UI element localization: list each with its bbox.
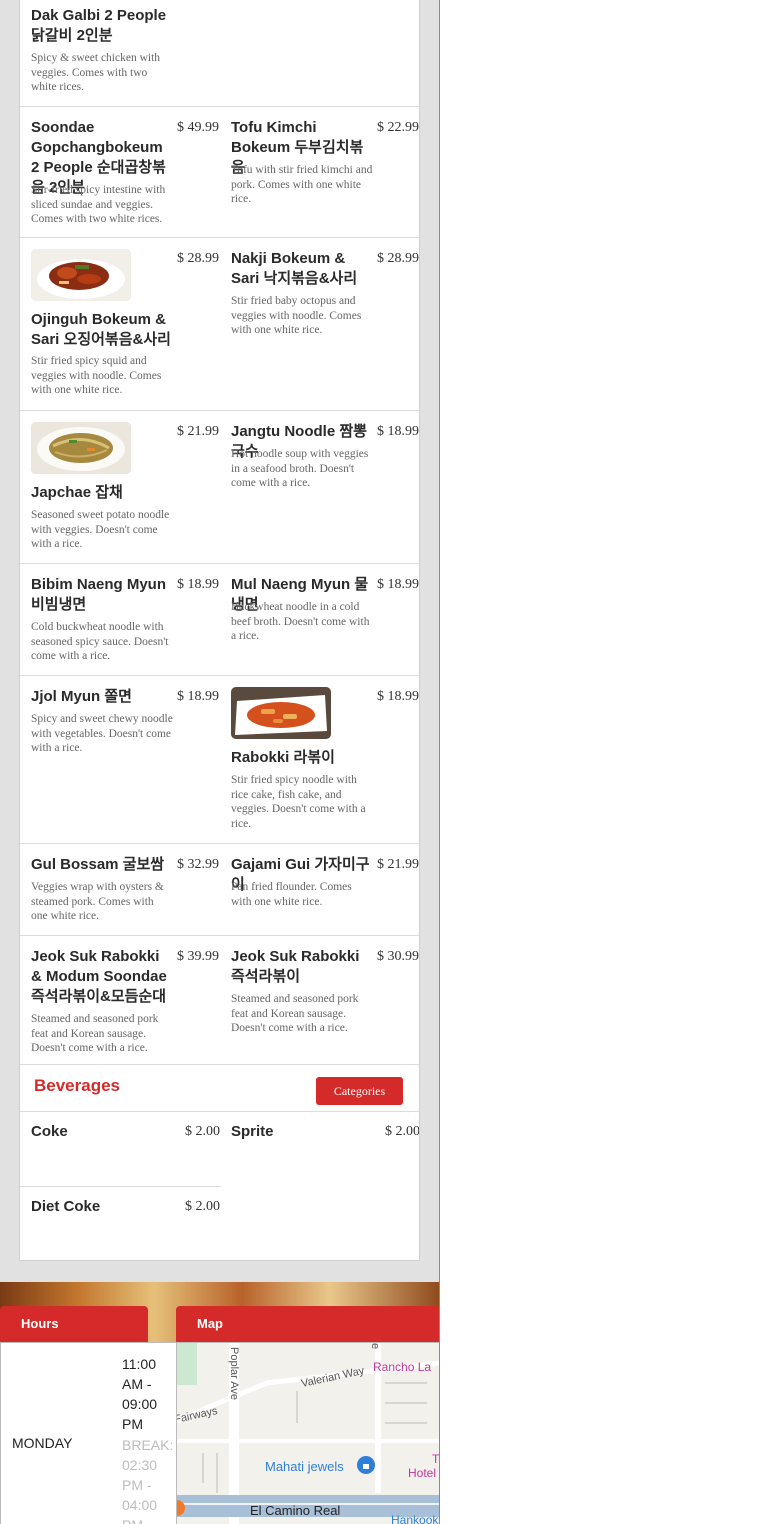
menu-item[interactable]: Jeok Suk Rabokki 즉석라볶이 $ 30.99 Steamed a… bbox=[220, 936, 419, 1064]
item-price: $ 22.99 bbox=[377, 120, 419, 135]
item-name[interactable]: Rabokki 라볶이 bbox=[231, 748, 371, 768]
item-description: Veggies wrap with oysters & steamed pork… bbox=[31, 881, 164, 923]
item-price: $ 30.99 bbox=[377, 949, 419, 964]
item-description: Steamed and seasoned pork feat and Korea… bbox=[231, 993, 359, 1035]
menu-row: Japchae 잡채 $ 21.99 Seasoned sweet potato… bbox=[20, 411, 419, 564]
item-price: $ 18.99 bbox=[377, 424, 419, 439]
map-label-mahati: Mahati jewels bbox=[265, 1459, 344, 1474]
item-price: $ 39.99 bbox=[177, 949, 219, 964]
item-description: Pan fried flounder. Comes with one white… bbox=[231, 881, 352, 908]
tab-map-label: Map bbox=[197, 1316, 223, 1331]
item-price: $ 49.99 bbox=[177, 120, 219, 135]
menu-item[interactable]: Rabokki 라볶이 $ 18.99 Stir fried spicy noo… bbox=[220, 676, 419, 843]
beverage-price: $ 2.00 bbox=[185, 1199, 220, 1214]
japchae-photo[interactable] bbox=[31, 422, 131, 474]
item-name[interactable]: Dak Galbi 2 People 닭갈비 2인분 bbox=[31, 6, 171, 46]
item-price: $ 18.99 bbox=[177, 577, 219, 592]
item-price: $ 32.99 bbox=[177, 857, 219, 872]
item-name[interactable]: Bibim Naeng Myun 비빔냉면 bbox=[31, 575, 171, 615]
beverages-title: Beverages bbox=[34, 1076, 121, 1095]
beverages-header: Beverages Categories bbox=[20, 1065, 419, 1112]
item-name[interactable]: Ojinguh Bokeum & Sari 오징어볶음&사리 bbox=[31, 310, 171, 350]
beverage-price: $ 2.00 bbox=[385, 1124, 420, 1139]
item-name[interactable]: Nakji Bokeum & Sari 낙지볶음&사리 bbox=[231, 249, 371, 289]
page-frame: Dak Galbi 2 People 닭갈비 2인분 Spicy & sweet… bbox=[0, 0, 440, 1524]
menu-item[interactable]: Gul Bossam 굴보쌈 $ 32.99 Veggies wrap with… bbox=[20, 844, 220, 935]
item-description: Stir fried spicy squid and veggies with … bbox=[31, 355, 162, 397]
item-name[interactable]: Jeok Suk Rabokki 즉석라볶이 bbox=[231, 947, 371, 987]
divider bbox=[20, 1186, 221, 1187]
menu-item[interactable]: Gajami Gui 가자미구이 $ 21.99 Pan fried floun… bbox=[220, 844, 419, 935]
road bbox=[177, 1439, 439, 1443]
park-area bbox=[177, 1343, 197, 1385]
item-price: $ 28.99 bbox=[177, 251, 219, 266]
menu-item[interactable]: Tofu Kimchi Bokeum 두부김치볶음 $ 22.99 Tofu w… bbox=[220, 107, 419, 237]
map-label-hankook: Hankook bbox=[391, 1513, 439, 1524]
hours-open-time: 11:00 AM - 09:00 PM bbox=[122, 1356, 158, 1432]
hours-break-time: BREAK: 02:30 PM - 04:00 PM bbox=[122, 1437, 174, 1524]
lock-bag-icon bbox=[363, 1464, 369, 1469]
item-price: $ 28.99 bbox=[377, 251, 419, 266]
menu-item[interactable]: Soondae Gopchangbokeum 2 People 순대곱창볶음 2… bbox=[20, 107, 220, 237]
menu-row: Ojinguh Bokeum & Sari 오징어볶음&사리 $ 28.99 S… bbox=[20, 238, 419, 411]
menu-item[interactable]: Jeok Suk Rabokki & Modum Soondae 즉석라볶이&모… bbox=[20, 936, 220, 1064]
item-name[interactable]: Jjol Myun 쫄면 bbox=[31, 687, 171, 707]
item-price: $ 21.99 bbox=[177, 424, 219, 439]
menu-item[interactable]: Nakji Bokeum & Sari 낙지볶음&사리 $ 28.99 Stir… bbox=[220, 238, 419, 410]
item-price: $ 21.99 bbox=[377, 857, 419, 872]
beverage-name[interactable]: Sprite bbox=[231, 1122, 274, 1142]
item-description: Stir fried spicy noodle with rice cake, … bbox=[231, 774, 366, 831]
item-description: Hot noodle soup with veggies in a seafoo… bbox=[231, 448, 369, 490]
map-label-el-camino: El Camino Real bbox=[250, 1503, 340, 1518]
item-description: Seasoned sweet potato noodle with veggie… bbox=[31, 509, 170, 551]
menu-item[interactable]: Dak Galbi 2 People 닭갈비 2인분 Spicy & sweet… bbox=[20, 0, 220, 106]
item-description: Spicy and sweet chewy noodle with vegeta… bbox=[31, 713, 173, 755]
menu-item[interactable]: Bibim Naeng Myun 비빔냉면 $ 18.99 Cold buckw… bbox=[20, 564, 220, 675]
item-description: Buckwheat noodle in a cold beef broth. D… bbox=[231, 601, 370, 643]
tab-map[interactable]: Map bbox=[176, 1306, 439, 1342]
beverage-name[interactable]: Coke bbox=[31, 1122, 68, 1142]
item-description: Stir-fried spicy intestine with sliced s… bbox=[31, 184, 166, 226]
item-name[interactable]: Jeok Suk Rabokki & Modum Soondae 즉석라볶이&모… bbox=[31, 947, 171, 1007]
item-name[interactable]: Gul Bossam 굴보쌈 bbox=[31, 855, 171, 875]
menu-item[interactable]: Ojinguh Bokeum & Sari 오징어볶음&사리 $ 28.99 S… bbox=[20, 238, 220, 410]
hours-panel: MONDAY 11:00 AM - 09:00 PM BREAK: 02:30 … bbox=[0, 1342, 177, 1524]
menu-row: Jeok Suk Rabokki & Modum Soondae 즉석라볶이&모… bbox=[20, 936, 419, 1065]
menu-row: Dak Galbi 2 People 닭갈비 2인분 Spicy & sweet… bbox=[20, 0, 419, 107]
tab-hours-label: Hours bbox=[21, 1316, 59, 1331]
menu-row: Soondae Gopchangbokeum 2 People 순대곱창볶음 2… bbox=[20, 107, 419, 238]
categories-button[interactable]: Categories bbox=[316, 1077, 403, 1105]
menu-row: Jjol Myun 쫄면 $ 18.99 Spicy and sweet che… bbox=[20, 676, 419, 844]
menu-item[interactable]: Japchae 잡채 $ 21.99 Seasoned sweet potato… bbox=[20, 411, 220, 563]
item-price: $ 18.99 bbox=[377, 577, 419, 592]
menu-panel: Dak Galbi 2 People 닭갈비 2인분 Spicy & sweet… bbox=[19, 0, 420, 1261]
map-label-poplar: Poplar Ave bbox=[228, 1347, 240, 1400]
item-name[interactable]: Japchae 잡채 bbox=[31, 483, 171, 503]
menu-item[interactable]: Jangtu Noodle 짬뽕국수 $ 18.99 Hot noodle so… bbox=[220, 411, 419, 563]
menu-row: Gul Bossam 굴보쌈 $ 32.99 Veggies wrap with… bbox=[20, 844, 419, 936]
map-label-rancho: Rancho La bbox=[373, 1360, 431, 1374]
item-price: $ 18.99 bbox=[377, 689, 419, 704]
svg-text:e: e bbox=[369, 1343, 381, 1349]
item-price: $ 18.99 bbox=[177, 689, 219, 704]
item-description: Spicy & sweet chicken with veggies. Come… bbox=[31, 52, 161, 94]
menu-item[interactable]: Mul Naeng Myun 물냉면 $ 18.99 Buckwheat noo… bbox=[220, 564, 419, 675]
item-description: Tofu with stir fried kimchi and pork. Co… bbox=[231, 164, 373, 206]
hours-day: MONDAY bbox=[12, 1435, 73, 1451]
map-widget[interactable]: Poplar Ave e Valerian Way Rancho La Fair… bbox=[177, 1342, 440, 1524]
map-label-hotel: Hotel bbox=[408, 1466, 436, 1480]
beverage-price: $ 2.00 bbox=[185, 1124, 220, 1139]
map-canvas[interactable]: Poplar Ave e Valerian Way Rancho La Fair… bbox=[177, 1343, 440, 1524]
menu-item[interactable]: Jjol Myun 쫄면 $ 18.99 Spicy and sweet che… bbox=[20, 676, 220, 843]
tab-hours[interactable]: Hours bbox=[0, 1306, 148, 1342]
svg-text:T: T bbox=[432, 1452, 440, 1466]
item-description: Stir fried baby octopus and veggies with… bbox=[231, 295, 362, 337]
beverage-name[interactable]: Diet Coke bbox=[31, 1197, 100, 1217]
rabokki-photo[interactable] bbox=[231, 687, 331, 739]
item-description: Steamed and seasoned pork feat and Korea… bbox=[31, 1013, 159, 1055]
item-description: Cold buckwheat noodle with seasoned spic… bbox=[31, 621, 169, 663]
menu-row: Bibim Naeng Myun 비빔냉면 $ 18.99 Cold buckw… bbox=[20, 564, 419, 676]
squid-dish-photo[interactable] bbox=[31, 249, 131, 301]
